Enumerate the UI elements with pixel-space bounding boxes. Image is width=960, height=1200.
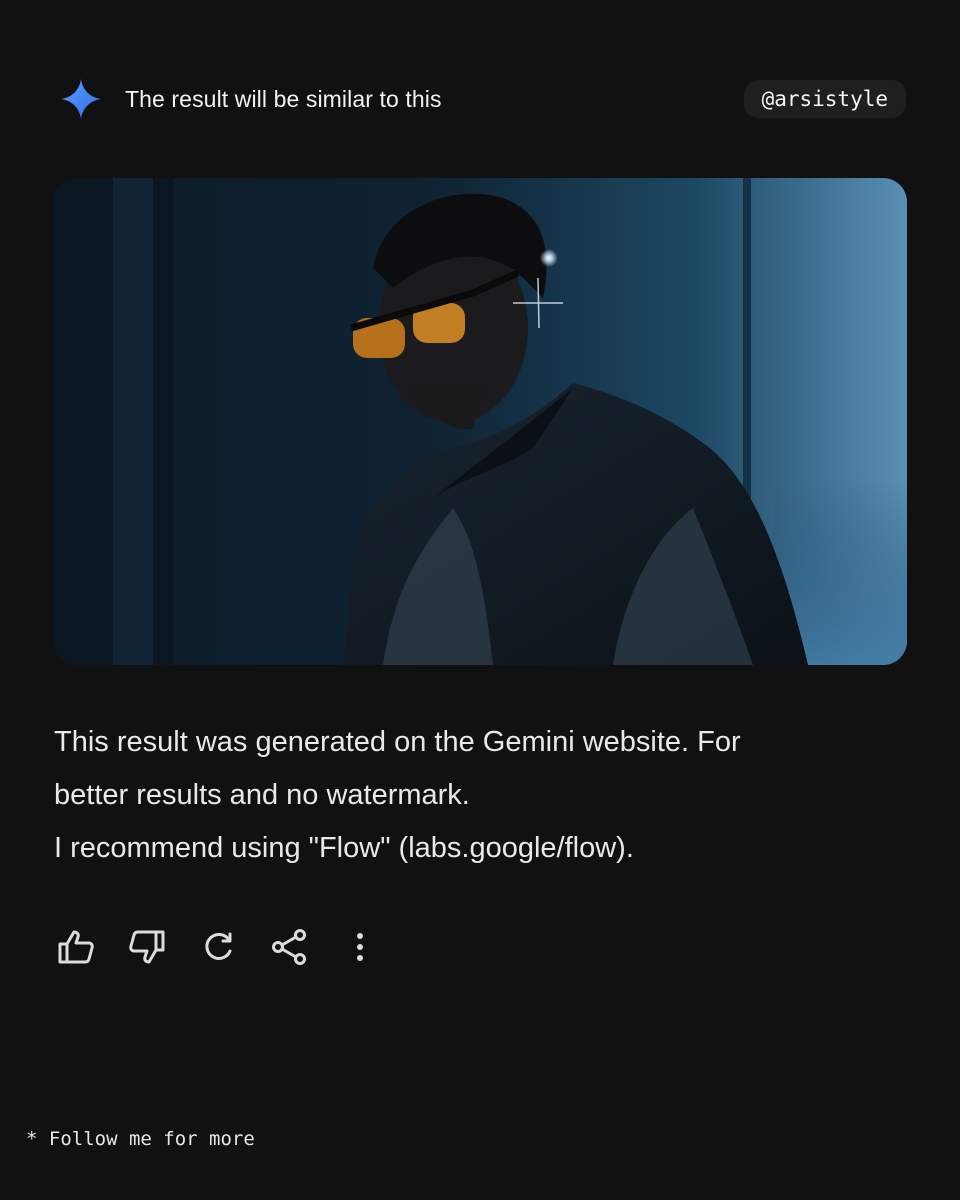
- thumbs-up-icon: [58, 930, 94, 964]
- gemini-sparkle-icon: [60, 78, 102, 120]
- regenerate-button[interactable]: [196, 925, 240, 969]
- share-button[interactable]: [267, 925, 311, 969]
- follow-footer: * Follow me for more: [26, 1128, 255, 1150]
- response-message: This result was generated on the Gemini …: [54, 716, 874, 875]
- share-icon: [272, 929, 306, 965]
- header: The result will be similar to this @arsi…: [60, 78, 906, 120]
- author-handle: @arsistyle: [761, 87, 888, 111]
- thumbs-up-button[interactable]: [54, 925, 98, 969]
- more-vertical-icon: [357, 933, 363, 961]
- response-actions: [54, 925, 409, 969]
- author-handle-badge[interactable]: @arsistyle: [743, 80, 906, 118]
- thumbs-down-icon: [129, 930, 165, 964]
- thumbs-down-button[interactable]: [125, 925, 169, 969]
- header-title: The result will be similar to this: [125, 85, 442, 112]
- generated-photo: [53, 178, 907, 665]
- message-line: I recommend using "Flow" (labs.google/fl…: [54, 832, 634, 864]
- message-line: This result was generated on the Gemini …: [54, 726, 741, 758]
- message-line: better results and no watermark.: [54, 779, 470, 811]
- refresh-icon: [205, 932, 232, 960]
- more-options-button[interactable]: [338, 925, 382, 969]
